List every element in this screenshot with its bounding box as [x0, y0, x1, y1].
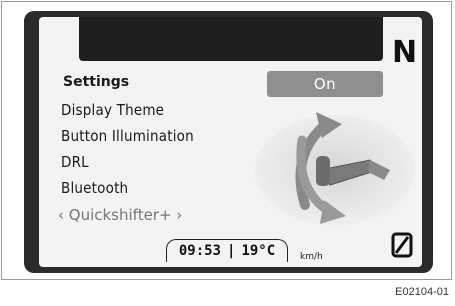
time-temp-panel: 09:53 | 19°C [166, 239, 288, 262]
menu-item-display-theme[interactable]: Display Theme [61, 101, 164, 119]
selected-menu-item[interactable]: ‹ Quickshifter+ › [58, 206, 182, 224]
menu-item-drl[interactable]: DRL [61, 153, 89, 171]
time-readout: 09:53 [178, 243, 221, 259]
shifter-illustration [255, 112, 415, 225]
menu-title: Settings [63, 74, 130, 90]
status-pill[interactable]: On [267, 71, 383, 97]
temperature-readout: 19°C [241, 243, 276, 259]
menu-item-button-illumination[interactable]: Button Illumination [61, 127, 194, 145]
figure-caption: E02104-01 [395, 286, 449, 298]
speed-unit: km/h [300, 252, 323, 262]
top-black-bar [79, 17, 383, 61]
menu-item-bluetooth[interactable]: Bluetooth [61, 179, 128, 197]
gear-indicator: N [392, 35, 418, 70]
separator: | [227, 243, 236, 259]
zero-icon [391, 232, 413, 258]
